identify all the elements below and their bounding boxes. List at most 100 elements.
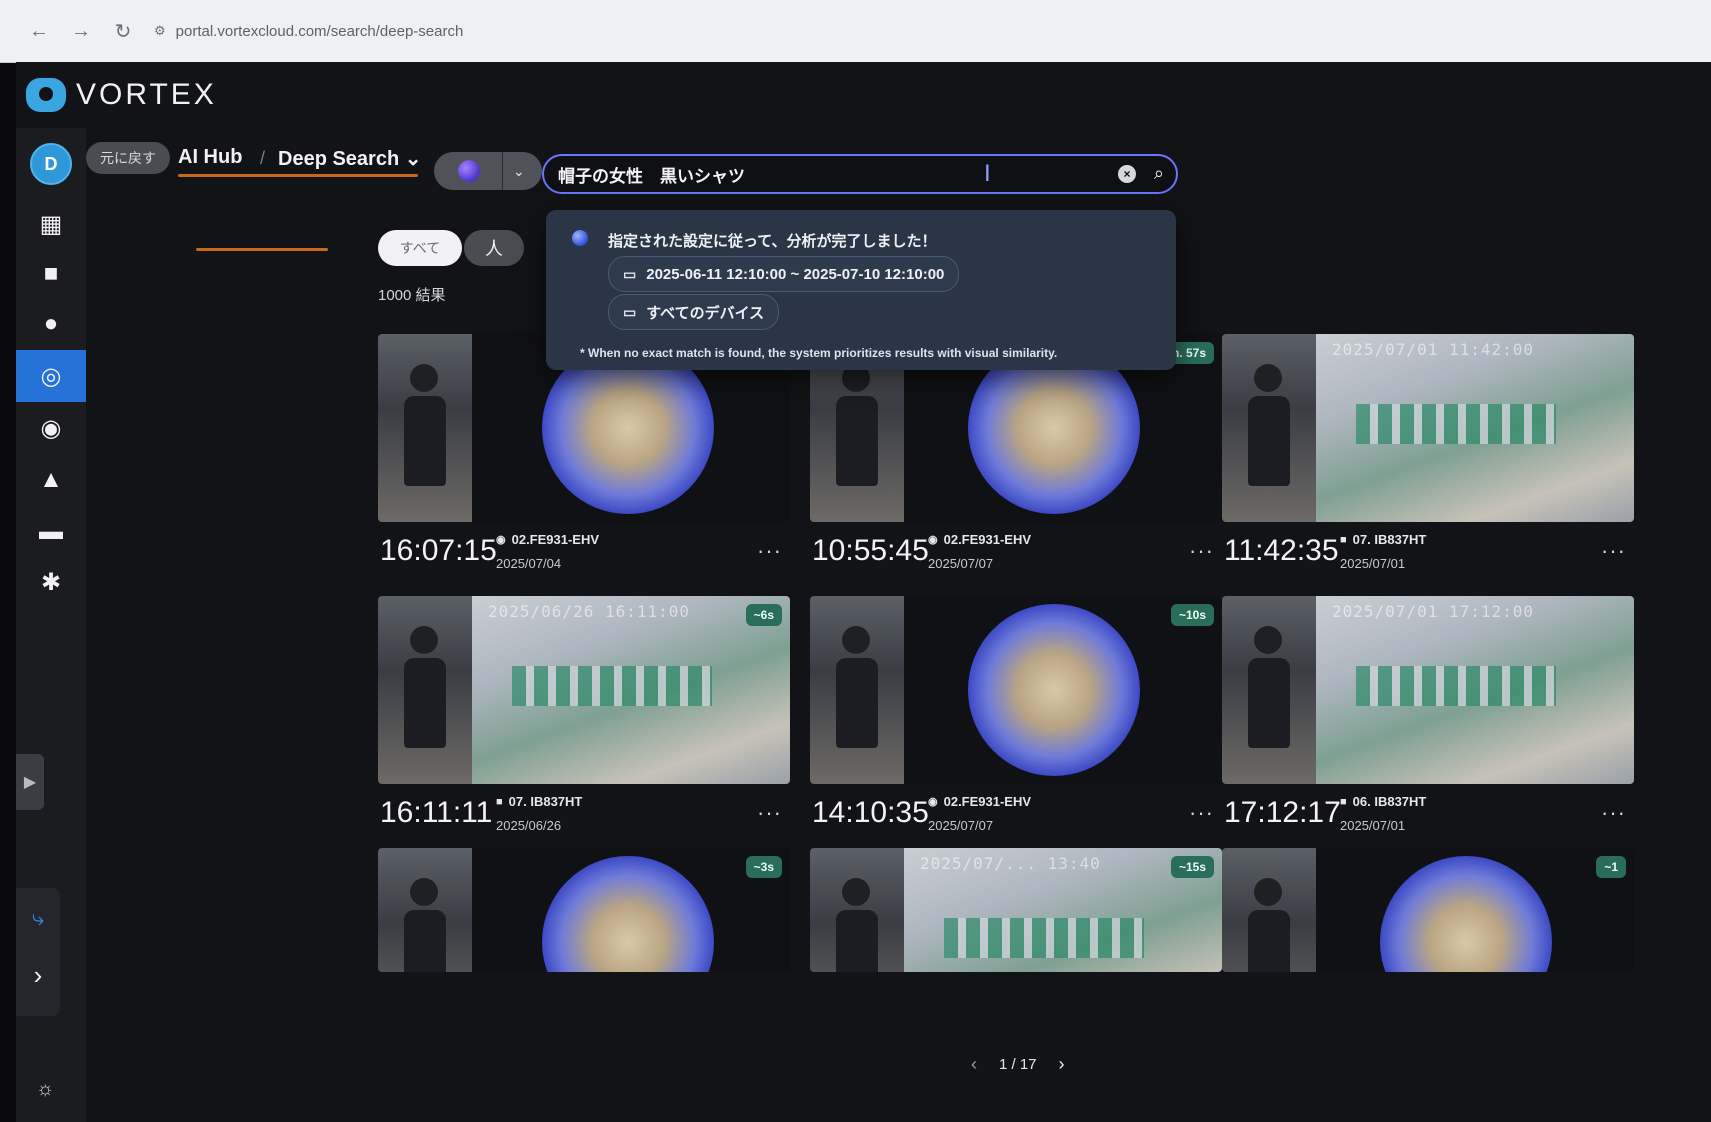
play-triangle-icon: ▶ [23, 774, 37, 791]
ai-orb-icon [572, 230, 588, 246]
result-meta: 10:55:45 ◉ 02.FE931-EHV 2025/07/07 ··· [810, 522, 1222, 584]
result-thumbnail[interactable]: ~10s [810, 596, 1222, 784]
search-query: 帽子の女性 黒いシャツ [558, 166, 745, 186]
result-meta: 17:12:17 ■ 06. IB837HT 2025/07/01 ··· [1222, 784, 1634, 846]
sidebar-item-people[interactable]: ● [16, 298, 86, 350]
result-time: 16:07:15 [380, 534, 497, 567]
result-card[interactable]: n. 57s 10:55:45 ◉ 02.FE931-EHV 2025/07/07 ··· [810, 334, 1222, 584]
user-avatar[interactable]: D [16, 138, 86, 190]
result-date: 2025/07/01 [1340, 556, 1406, 571]
result-card[interactable]: 2025/07/... 13:40 ~15s [810, 848, 1222, 972]
breadcrumb-ai-hub[interactable]: AI Hub [178, 146, 242, 169]
panorama-camera-image [1316, 334, 1634, 522]
result-date: 2025/06/26 [496, 818, 562, 833]
assistant-icon[interactable]: ⤷ [22, 902, 54, 934]
clear-icon[interactable]: × [1118, 165, 1136, 183]
more-options-icon[interactable]: ··· [757, 538, 782, 564]
chevron-right-icon: › [33, 959, 43, 990]
search-icon[interactable]: ⌕ [1154, 163, 1164, 184]
panorama-camera-image [1316, 596, 1634, 784]
browser-toolbar: ← → ↻ ⚙ portal.vortexcloud.com/search/de… [0, 0, 1711, 63]
ai-mode-icon [458, 160, 480, 182]
fisheye-camera-image [1380, 856, 1552, 972]
result-time: 14:10:35 [812, 796, 929, 829]
expand-sidebar-button[interactable]: › [16, 954, 60, 996]
result-card[interactable]: 2025/07/01 17:12:00 17:12:17 ■ 06. IB837HT 2… [1222, 596, 1634, 846]
result-thumbnail[interactable]: 2025/07/01 11:42:00 [1222, 334, 1634, 522]
reload-icon[interactable]: ↻ [106, 14, 140, 48]
result-date: 2025/07/07 [928, 556, 994, 571]
result-meta: 11:42:35 ■ 07. IB837HT 2025/07/01 ··· [1222, 522, 1634, 584]
search-mode-select[interactable]: ⌄ [434, 152, 542, 190]
text-cursor-icon: I [984, 160, 991, 187]
more-options-icon[interactable]: ··· [1601, 800, 1626, 826]
video-timestamp-overlay: 2025/06/26 16:11:00 [488, 602, 691, 621]
more-options-icon[interactable]: ··· [757, 800, 782, 826]
result-thumbnail[interactable]: ~1 [1222, 848, 1634, 972]
sidebar-item-archive[interactable]: ▬ [16, 506, 86, 558]
result-camera: ■ 07. IB837HT [496, 794, 582, 809]
result-card[interactable]: ~1 [1222, 848, 1634, 972]
result-time: 16:11:11 [380, 796, 493, 829]
analysis-message: 指定された設定に従って、分析が完了しました！ [608, 233, 937, 250]
camera-name: 06. IB837HT [1352, 794, 1427, 809]
search-input[interactable]: 帽子の女性 黒いシャツ I × ⌕ [542, 154, 1178, 194]
fisheye-camera-image [968, 604, 1140, 776]
sidebar-item-alerts[interactable]: ▲ [16, 454, 86, 506]
result-camera: ◉ 02.FE931-EHV [928, 794, 1031, 809]
sidebar-bottom-panel: ⤷ › [16, 888, 60, 1016]
result-card[interactable]: 16:07:15 ◉ 02.FE931-EHV 2025/07/04 ··· [378, 334, 790, 584]
result-card[interactable]: ~3s [378, 848, 790, 972]
devices-label: すべてのデバイス [646, 304, 765, 322]
page-indicator: 1 / 17 [999, 1056, 1037, 1073]
person-crop-image [810, 596, 904, 784]
breadcrumb-deep-search[interactable]: Deep Search ⌄ [278, 146, 422, 171]
result-thumbnail[interactable]: 2025/06/26 16:11:00 ~6s [378, 596, 790, 784]
person-crop-image [810, 848, 904, 972]
duration-badge: ~6s [745, 604, 782, 626]
more-options-icon[interactable]: ··· [1189, 800, 1214, 826]
result-meta: 16:07:15 ◉ 02.FE931-EHV 2025/07/04 ··· [378, 522, 790, 584]
sidebar-collapse-handle[interactable]: ▶ [16, 754, 44, 810]
result-card[interactable]: 2025/06/26 16:11:00 ~6s 16:11:11 ■ 07. IB837… [378, 596, 790, 846]
address-bar[interactable]: ⚙ portal.vortexcloud.com/search/deep-sea… [154, 23, 463, 40]
forward-arrow-icon[interactable]: → [64, 14, 98, 48]
devices-chip[interactable]: ▭ すべてのデバイス [608, 294, 780, 330]
result-date: 2025/07/04 [496, 556, 562, 571]
sidebar-item-face[interactable]: ◉ [16, 402, 86, 454]
site-settings-icon[interactable]: ⚙ [154, 23, 166, 39]
sidebar-item-settings[interactable]: ✱ [16, 556, 86, 608]
video-timestamp-overlay: 2025/07/01 11:42:00 [1332, 340, 1535, 359]
filter-all[interactable]: すべて [378, 230, 462, 266]
result-thumbnail[interactable]: 2025/07/... 13:40 ~15s [810, 848, 1222, 972]
result-thumbnail[interactable]: ~3s [378, 848, 790, 972]
camera-name: 02.FE931-EHV [943, 532, 1032, 547]
brand-name: VORTEX [76, 78, 217, 111]
result-card[interactable]: 2025/07/01 11:42:00 11:42:35 ■ 07. IB837HT 2… [1222, 334, 1634, 584]
sidebar-item-ai-hub[interactable]: ◎ [16, 350, 86, 402]
bell-icon: ▲ [39, 466, 63, 493]
result-card[interactable]: ~10s 14:10:35 ◉ 02.FE931-EHV 2025/07/07 ··· [810, 596, 1222, 846]
person-crop-image [378, 334, 472, 522]
back-button[interactable]: 元に戻す [86, 142, 170, 174]
camera-name: 02.FE931-EHV [943, 794, 1032, 809]
duration-badge: ~1 [1596, 856, 1626, 878]
sidebar-item-dashboard[interactable]: ▦ [16, 198, 86, 250]
breadcrumb-page-label: Deep Search [278, 148, 400, 170]
result-date: 2025/07/07 [928, 818, 994, 833]
next-page-icon[interactable]: › [1059, 1054, 1065, 1075]
fisheye-camera-image [542, 856, 714, 972]
filter-person[interactable]: 人 [464, 230, 524, 266]
person-crop-image [1222, 596, 1316, 784]
result-thumbnail[interactable]: 2025/07/01 17:12:00 [1222, 596, 1634, 784]
dashboard-icon: ▦ [39, 210, 63, 238]
back-arrow-icon[interactable]: ← [22, 14, 56, 48]
more-options-icon[interactable]: ··· [1601, 538, 1626, 564]
date-range-chip[interactable]: ▭ 2025-06-11 12:10:00 ~ 2025-07-10 12:10… [608, 256, 960, 292]
more-options-icon[interactable]: ··· [1189, 538, 1214, 564]
video-timestamp-overlay: 2025/07/01 17:12:00 [1332, 602, 1535, 621]
prev-page-icon[interactable]: ‹ [971, 1054, 977, 1075]
theme-toggle-icon[interactable]: ☼ [36, 1078, 54, 1101]
camera-icon: ■ [496, 795, 503, 808]
sidebar-item-cameras[interactable]: ■ [16, 248, 86, 300]
